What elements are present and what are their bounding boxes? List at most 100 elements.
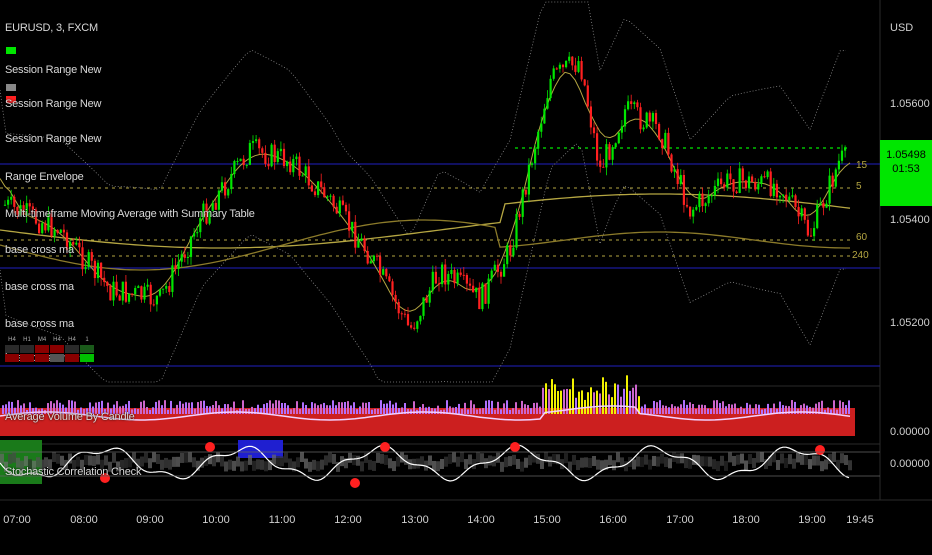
volume-bar: [311, 402, 313, 414]
candle-body: [44, 223, 47, 231]
volume-bar: [146, 407, 148, 414]
time-tick: 10:00: [202, 514, 230, 526]
volume-bar: [821, 400, 823, 414]
candle-body: [295, 156, 298, 160]
candle-body: [673, 169, 676, 172]
volume-bar: [581, 390, 583, 414]
stoch-band: [168, 459, 172, 470]
candle-body: [571, 56, 574, 66]
stoch-band: [788, 454, 792, 465]
range-envelope: [0, 1, 847, 383]
stoch-band: [844, 455, 848, 466]
candle-body: [87, 252, 90, 268]
candle-body: [158, 289, 162, 296]
volume-bar: [497, 401, 499, 414]
stoch-signal-dot: [815, 445, 825, 455]
stoch-band: [516, 458, 520, 469]
candle-body: [155, 295, 158, 305]
stoch-band: [284, 452, 288, 463]
volume-bar: [368, 402, 370, 414]
stoch-signal-dot: [205, 442, 215, 452]
candle-body: [744, 180, 747, 189]
volume-pane-title[interactable]: Average Volume By Candle: [5, 411, 135, 423]
candle-body: [568, 56, 571, 61]
stoch-band: [684, 458, 688, 469]
candle-body: [679, 175, 682, 185]
candle-body: [723, 184, 726, 188]
stoch-band: [624, 461, 628, 472]
stoch-band: [732, 455, 736, 466]
volume-bar: [200, 400, 202, 414]
candle-body: [186, 256, 189, 258]
stoch-band: [612, 460, 616, 471]
indicator-label[interactable]: Session Range New: [5, 64, 101, 76]
volume-bar: [362, 402, 364, 414]
candle-body: [313, 191, 317, 196]
indicator-label[interactable]: base cross ma: [5, 281, 74, 293]
indicator-label[interactable]: Session Range New: [5, 133, 101, 145]
volume-bar: [746, 402, 748, 414]
stoch-band: [224, 461, 228, 472]
stoch-band: [176, 456, 180, 467]
candle-body: [28, 203, 31, 207]
candle-body: [199, 218, 202, 233]
volume-bar: [656, 402, 658, 414]
stoch-band: [316, 461, 320, 472]
candle-body: [106, 281, 109, 286]
symbol-title[interactable]: EURUSD, 3, FXCM: [5, 22, 98, 34]
volume-bar: [278, 400, 280, 414]
chart-root[interactable]: EURUSD, 3, FXCM Session Range New Sessio…: [0, 0, 932, 550]
candle-body: [434, 271, 437, 284]
stoch-band: [748, 454, 752, 465]
candle-body: [348, 211, 351, 231]
stoch-band: [256, 459, 260, 470]
candle-body: [490, 270, 493, 279]
volume-bar: [701, 404, 703, 414]
indicator-label[interactable]: Multi-timeframe Moving Average with Summ…: [5, 208, 255, 220]
candle-body: [707, 196, 710, 204]
stoch-band: [172, 456, 176, 467]
candle-body: [661, 139, 664, 149]
ma-marker: 60: [856, 232, 868, 243]
volume-bar: [548, 389, 550, 414]
candle-body: [329, 195, 332, 197]
volume-bar: [542, 387, 544, 414]
stoch-band: [296, 457, 300, 468]
stoch-band: [324, 455, 328, 466]
stoch-band: [356, 455, 360, 466]
volume-bar: [725, 406, 727, 414]
candle-body: [391, 281, 394, 295]
stoch-band: [332, 453, 336, 464]
stoch-band: [8, 453, 12, 464]
candle-body: [654, 113, 658, 124]
volume-bar: [479, 408, 481, 414]
volume-bar: [764, 408, 766, 414]
candle-body: [527, 164, 530, 195]
stoch-band: [796, 452, 800, 463]
volume-bar: [293, 408, 295, 414]
indicator-label[interactable]: Session Range New: [5, 98, 101, 110]
volume-bar: [419, 406, 421, 414]
candle-body: [763, 176, 766, 178]
bar-countdown: 01:53: [892, 163, 920, 175]
candle-body: [565, 60, 568, 68]
volume-bar: [539, 406, 541, 414]
volume-bar: [737, 408, 739, 414]
stoch-band: [824, 459, 828, 470]
indicator-label[interactable]: Range Envelope: [5, 171, 84, 183]
candle-body: [819, 202, 822, 205]
candle-body: [115, 281, 118, 296]
moving-averages: [0, 71, 851, 312]
stoch-band: [276, 456, 280, 467]
candle-body: [406, 314, 410, 326]
stoch-signal-dot: [510, 442, 520, 452]
volume-bar: [476, 409, 478, 414]
stoch-band: [392, 461, 396, 472]
volume-bar: [431, 408, 433, 414]
candle-body: [472, 285, 475, 293]
stochastic-pane-title[interactable]: Stochastic Correlation Check: [5, 466, 141, 478]
indicator-label[interactable]: base cross ma: [5, 318, 74, 330]
stoch-band: [636, 456, 640, 467]
candle-body: [806, 219, 809, 236]
indicator-label[interactable]: base cross ma: [5, 244, 74, 256]
